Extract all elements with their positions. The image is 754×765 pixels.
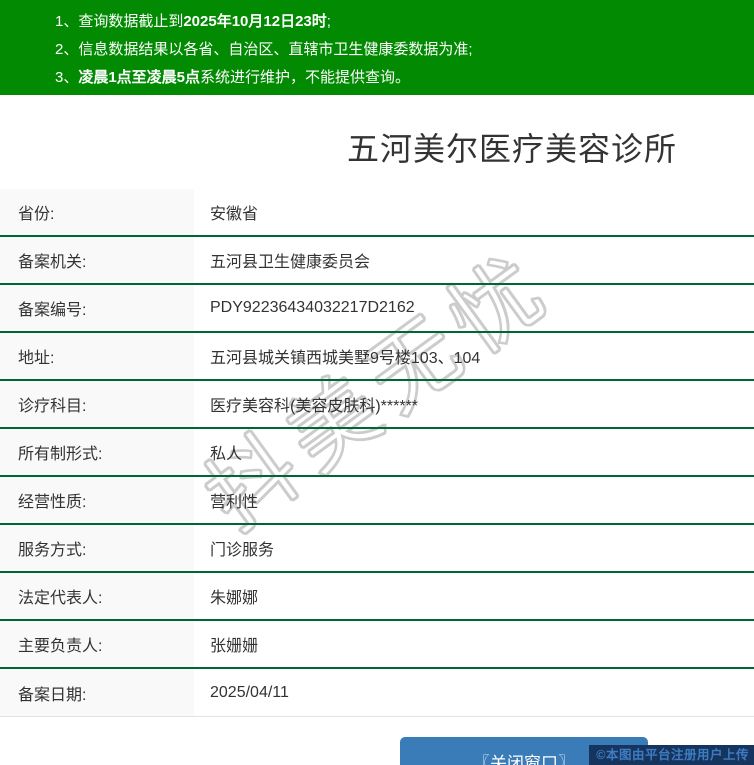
table-row: 法定代表人: 朱娜娜 — [0, 573, 754, 621]
field-value: 门诊服务 — [210, 542, 275, 559]
field-label: 法定代表人: — [0, 573, 194, 619]
field-value: PDY92236434032217D2162 — [210, 299, 415, 316]
field-value: 2025/04/11 — [210, 683, 289, 701]
table-row: 地址: 五河县城关镇西城美墅9号楼103、104 — [0, 333, 754, 381]
field-value: 私人 — [210, 446, 243, 463]
table-row: 服务方式: 门诊服务 — [0, 525, 754, 573]
field-label: 备案编号: — [0, 285, 194, 331]
table-row: 诊疗科目: 医疗美容科(美容皮肤科)****** — [0, 381, 754, 429]
field-label: 省份: — [0, 189, 194, 235]
field-label: 所有制形式: — [0, 429, 194, 475]
field-label: 备案日期: — [0, 669, 194, 716]
field-value: 五河县卫生健康委员会 — [210, 254, 371, 271]
notice-line-3: 3、凌晨1点至凌晨5点系统进行维护，不能提供查询。 — [55, 69, 411, 86]
field-value: 张姗姗 — [210, 638, 259, 655]
field-value: 朱娜娜 — [210, 590, 259, 607]
table-row: 备案编号: PDY92236434032217D2162 — [0, 285, 754, 333]
field-label: 诊疗科目: — [0, 381, 194, 427]
table-row: 经营性质: 营利性 — [0, 477, 754, 525]
notice-line-1: 1、查询数据截止到2025年10月12日23时; — [55, 13, 331, 30]
table-row: 主要负责人: 张姗姗 — [0, 621, 754, 669]
field-label: 备案机关: — [0, 237, 194, 283]
field-value: 五河县城关镇西城美墅9号楼103、104 — [210, 350, 481, 367]
table-row: 备案机关: 五河县卫生健康委员会 — [0, 237, 754, 285]
uploader-badge: ©本图由平台注册用户上传 — [589, 745, 754, 765]
page-title: 五河美尔医疗美容诊所 — [347, 131, 678, 167]
table-row: 省份: 安徽省 — [0, 189, 754, 237]
field-label: 地址: — [0, 333, 194, 379]
field-label: 经营性质: — [0, 477, 194, 523]
table-row: 所有制形式: 私人 — [0, 429, 754, 477]
field-label: 服务方式: — [0, 525, 194, 571]
notice-line-2: 2、信息数据结果以各省、自治区、直辖市卫生健康委数据为准; — [55, 41, 473, 58]
record-detail-page: 1、查询数据截止到2025年10月12日23时; 2、信息数据结果以各省、自治区… — [0, 0, 754, 765]
notice-banner: 1、查询数据截止到2025年10月12日23时; 2、信息数据结果以各省、自治区… — [0, 0, 754, 95]
field-label: 主要负责人: — [0, 621, 194, 667]
info-table: 省份: 安徽省 备案机关: 五河县卫生健康委员会 备案编号: PDY92236434032… — [0, 189, 754, 717]
field-value: 营利性 — [210, 494, 259, 511]
table-row: 备案日期: 2025/04/11 — [0, 669, 754, 717]
field-value: 安徽省 — [210, 206, 259, 223]
field-value: 医疗美容科(美容皮肤科)****** — [210, 398, 419, 415]
